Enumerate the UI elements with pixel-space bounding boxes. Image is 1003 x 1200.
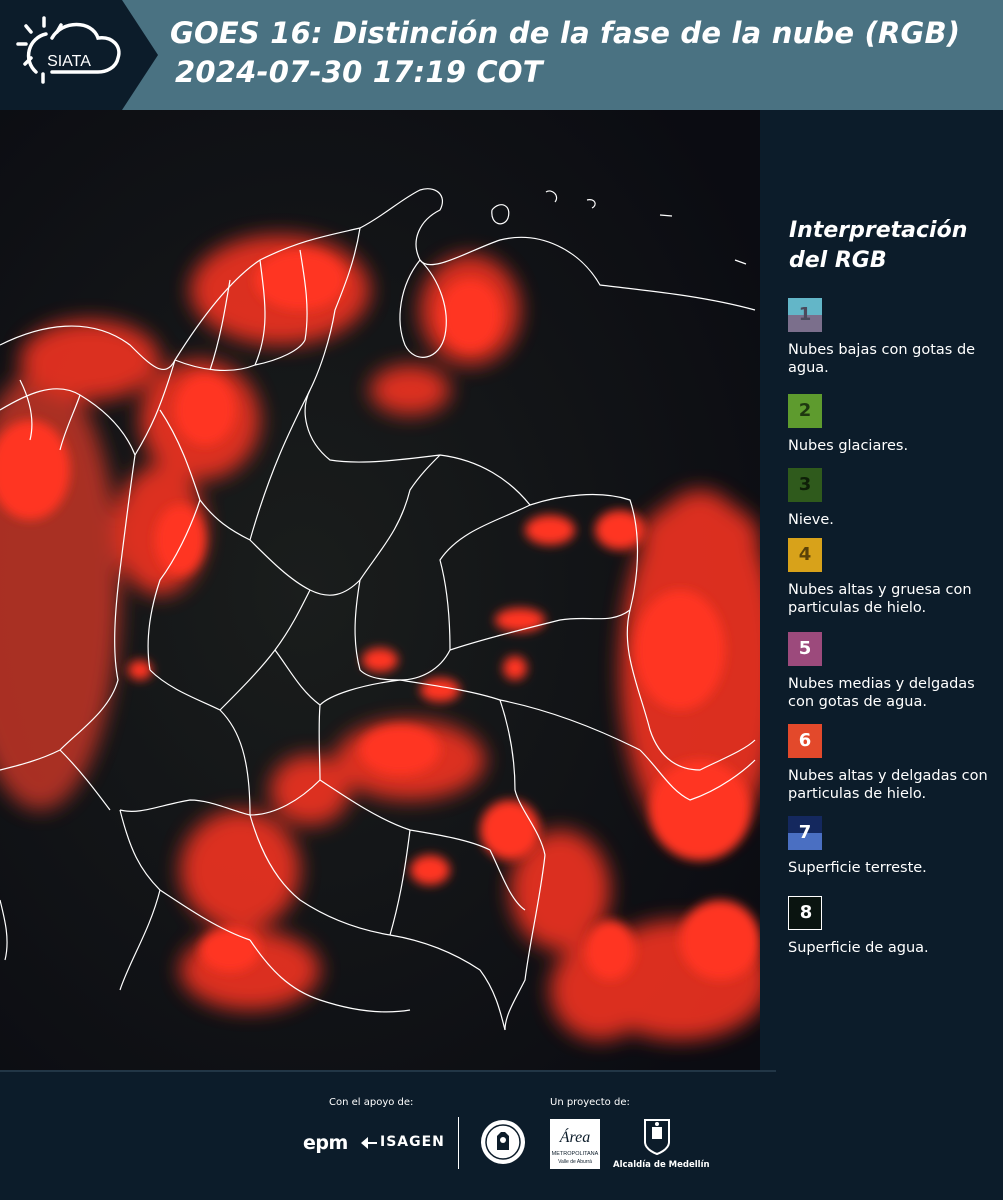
page-title: GOES 16: Distinción de la fase de la nub… [170,16,961,50]
isagen-logo-icon [361,1137,377,1149]
legend-number-2: 2 [798,400,812,421]
legend-item-1: 1 Nubes bajas con gotas de agua. [788,298,1000,377]
area-logo-subtext-2: Valle de Aburrá [558,1159,592,1165]
seal-logo-icon [481,1120,525,1164]
siata-logo-icon: SIATA [16,16,121,84]
legend-item-7: 7 Superficie terreste. [788,816,1000,877]
header-bar: SIATA GOES 16: Distinción de la fase de … [0,0,1003,110]
area-logo-text: Área [559,1127,591,1146]
project-label: Un proyecto de: [550,1097,630,1108]
legend-item-6: 6 Nubes altas y delgadas con particulas … [788,724,1000,803]
legend-swatch-2: 2 [788,394,822,428]
support-label: Con el apoyo de: [329,1097,414,1108]
legend-swatch-8: 8 [788,896,822,930]
legend-label-6: Nubes altas y delgadas con particulas de… [788,768,988,802]
legend-swatch-1: 1 [788,298,822,332]
logo-panel: SIATA [0,0,158,110]
legend-swatch-6: 6 [788,724,822,758]
legend-number-5: 5 [798,638,812,659]
legend-label-5: Nubes medias y delgadas con gotas de agu… [788,676,975,710]
page-timestamp: 2024-07-30 17:19 COT [175,55,543,89]
legend-label-1: Nubes bajas con gotas de agua. [788,342,976,376]
legend-swatch-5: 5 [788,632,822,666]
legend-item-8: 8 Superficie de agua. [788,896,1000,957]
footer-bar: Con el apoyo de: Un proyecto de: epm ISA… [0,1070,1003,1200]
isagen-logo-text: ISAGEN [380,1134,445,1150]
area-logo-subtext: METROPOLITANA [552,1151,599,1157]
legend-number-1: 1 [798,304,812,325]
alcaldia-logo-text: Alcaldía de Medellín [613,1160,710,1170]
legend-item-2: 2 Nubes glaciares. [788,394,1000,455]
area-metropolitana-logo: Área METROPOLITANA Valle de Aburrá [550,1119,600,1169]
legend-number-3: 3 [798,474,812,495]
legend-number-4: 4 [798,544,812,565]
legend-item-5: 5 Nubes medias y delgadas con gotas de a… [788,632,1000,711]
legend-swatch-4: 4 [788,538,822,572]
legend-label-2: Nubes glaciares. [788,438,909,454]
legend-title: Interpretación del RGB [789,218,968,273]
satellite-map[interactable] [0,110,760,1070]
legend-label-3: Nieve. [788,512,834,528]
legend-item-4: 4 Nubes altas y gruesa con particulas de… [788,538,1000,617]
siata-logo-text: SIATA [47,53,91,70]
alcaldia-shield-icon [644,1119,670,1156]
map-canvas [0,110,760,1070]
epm-logo: epm [303,1132,348,1154]
legend-number-8: 8 [799,902,813,923]
legend-swatch-3: 3 [788,468,822,502]
legend-swatch-7: 7 [788,816,822,850]
legend-panel: Interpretación del RGB 1 Nubes bajas con… [760,110,1003,1070]
legend-item-3: 3 Nieve. [788,468,1000,529]
legend-label-8: Superficie de agua. [788,940,929,956]
footer-divider [458,1117,459,1169]
footer-separator [0,1070,776,1072]
legend-label-4: Nubes altas y gruesa con particulas de h… [788,582,972,616]
legend-label-7: Superficie terreste. [788,860,927,876]
legend-number-6: 6 [798,730,812,751]
legend-number-7: 7 [798,822,812,843]
